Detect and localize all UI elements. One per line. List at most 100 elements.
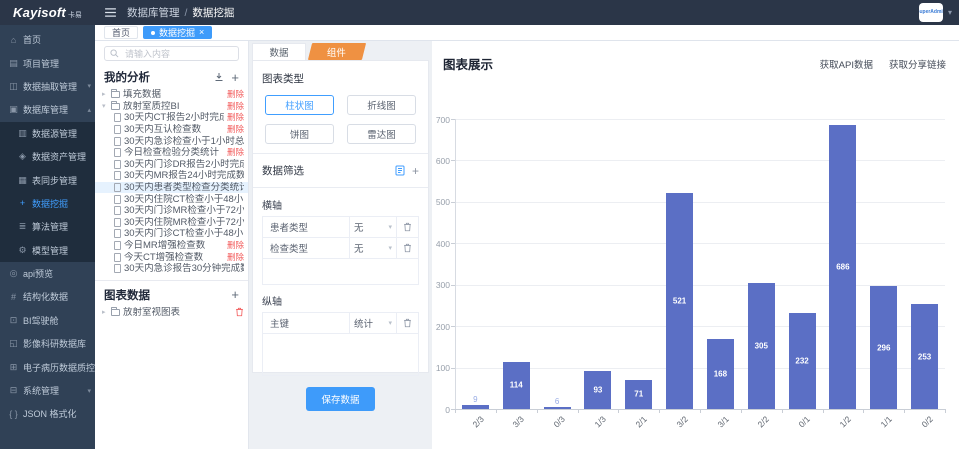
tab-label: 组件 [327, 45, 346, 59]
editor-tabs: 数据 组件 [252, 43, 429, 60]
tree-item[interactable]: 30天内互认检查数删除 [95, 124, 248, 136]
delete-link[interactable]: 删除 [227, 124, 244, 135]
sidebar-item-data-asset[interactable]: ◈数据资产管理 [0, 145, 95, 168]
tree-item[interactable]: 30天内门诊DR报告2小时完成数 [95, 159, 248, 171]
trash-icon[interactable] [235, 307, 244, 317]
tab-bar: 首页数据挖掘× [95, 25, 959, 41]
sidebar-item-structured-data[interactable]: #结构化数据 [0, 285, 95, 308]
imaging-db-icon: ◱ [8, 338, 19, 349]
tree-item[interactable]: 今日检查检验分类统计删除 [95, 147, 248, 159]
tree-item[interactable]: ▸ 填充数据 删除 [95, 89, 248, 101]
expand-arrow-icon[interactable]: ▸ [102, 307, 108, 318]
delete-link[interactable]: 删除 [227, 147, 244, 158]
x-tick-label: 3/3 [511, 414, 526, 429]
get-api-data-link[interactable]: 获取API数据 [820, 57, 873, 71]
user-avatar[interactable]: SuperAdmin [919, 3, 943, 22]
sidebar-item-system[interactable]: ⊟系统管理▾ [0, 379, 95, 402]
save-data-button[interactable]: 保存数据 [306, 387, 374, 411]
tree-item[interactable]: 30天内MR报告24小时完成数 [95, 170, 248, 182]
delete-link[interactable]: 删除 [227, 89, 244, 100]
tree-item[interactable]: 30天内住院CT检查小于48小时总计 [95, 193, 248, 205]
agg-select[interactable]: 无▾ [349, 238, 396, 258]
tree-item[interactable]: 30天内住院MR检查小于72小时总计 [95, 217, 248, 229]
sidebar-item-label: 数据库管理 [23, 103, 68, 116]
tree-item-label: 今天CT增强检查数 [124, 252, 203, 263]
tree-item[interactable]: 30天内门诊MR检查小于72小时总计 [95, 205, 248, 217]
sidebar-item-api-preview[interactable]: ◎api预览 [0, 262, 95, 285]
tree-item[interactable]: 30天内急诊检查小于1小时总计 [95, 135, 248, 147]
expand-arrow-icon[interactable]: ▸ [102, 89, 108, 100]
get-share-link[interactable]: 获取分享链接 [889, 57, 946, 71]
file-icon [114, 229, 121, 238]
file-icon [114, 125, 121, 134]
delete-link[interactable]: 删除 [227, 252, 244, 263]
tree-item[interactable]: 30天内CT报告2小时完成数删除 [95, 112, 248, 124]
tree-item[interactable]: 今日MR增强检查数删除 [95, 240, 248, 252]
hamburger-icon[interactable] [105, 8, 116, 17]
delete-field-button[interactable] [396, 217, 418, 237]
sidebar-item-label: 表同步管理 [32, 174, 77, 187]
x-tick [863, 409, 864, 413]
filter-clipboard-icon[interactable] [395, 165, 405, 176]
sidebar-item-home[interactable]: ⌂首页 [0, 28, 95, 51]
x-tick [578, 409, 579, 413]
sidebar-item-table-sync[interactable]: ▦表同步管理 [0, 168, 95, 191]
sidebar-item-project[interactable]: ▤项目管理 [0, 51, 95, 74]
file-icon [114, 206, 121, 215]
chart-type-pie-button[interactable]: 饼图 [265, 124, 334, 144]
sidebar-item-algorithm[interactable]: ≣ 算法管理 [0, 215, 95, 238]
sidebar-item-label: 算法管理 [32, 220, 68, 233]
tree-item[interactable]: 30天内急诊报告30分钟完成数 [95, 263, 248, 275]
tree-item-label: 填充数据 [123, 89, 161, 100]
tree-item[interactable]: 30天内患者类型检查分类统计 [95, 182, 248, 194]
tab-data-mining[interactable]: 数据挖掘× [143, 26, 212, 39]
delete-link[interactable]: 删除 [227, 101, 244, 112]
x-tick [618, 409, 619, 413]
y-tick-label: 100 [427, 363, 450, 373]
sidebar-item-label: 模型管理 [32, 244, 68, 257]
sidebar-item-emr-qc[interactable]: ⊞电子病历数据质控 [0, 355, 95, 378]
expand-arrow-icon[interactable]: ▾ [102, 101, 108, 112]
close-tab-icon[interactable]: × [199, 28, 204, 37]
add-filter-button[interactable]: + [412, 165, 419, 177]
add-analysis-button[interactable]: + [231, 71, 239, 84]
bar: 6 [544, 407, 571, 410]
sidebar-item-bi-cockpit[interactable]: ⊡BI驾驶舱 [0, 309, 95, 332]
chevron-down-icon[interactable]: ▾ [948, 8, 952, 17]
agg-select-value: 无 [354, 241, 364, 255]
sidebar-item-datasource[interactable]: ▥数据源管理 [0, 122, 95, 145]
sidebar-item-imaging-db[interactable]: ◱影像科研数据库 [0, 332, 95, 355]
algorithm-icon: ≣ [17, 221, 28, 232]
agg-select[interactable]: 无▾ [349, 217, 396, 237]
tree-item[interactable]: ▸放射室视图表 [95, 307, 248, 319]
tree-item[interactable]: ▾放射室质控BI删除 [95, 101, 248, 113]
agg-select[interactable]: 统计▾ [349, 313, 396, 333]
search-input[interactable] [123, 48, 233, 60]
tab-data[interactable]: 数据 [252, 43, 306, 60]
delete-field-button[interactable] [396, 238, 418, 258]
chart-type-radar-button[interactable]: 雷达图 [347, 124, 416, 144]
add-chart-data-button[interactable]: + [231, 288, 239, 301]
sidebar-item-data-mining[interactable]: +数据挖掘 [0, 192, 95, 215]
field-name: 患者类型 [263, 217, 349, 237]
sidebar-item-database[interactable]: ▣数据库管理▴ [0, 98, 95, 121]
delete-link[interactable]: 删除 [227, 112, 244, 123]
chart-type-line-button[interactable]: 折线图 [347, 95, 416, 115]
tab-component[interactable]: 组件 [308, 43, 366, 60]
chart-type-bar-button[interactable]: 柱状图 [265, 95, 334, 115]
breadcrumb-parent[interactable]: 数据库管理 [127, 5, 180, 20]
my-analysis-title: 我的分析 [104, 69, 150, 85]
tree-item[interactable]: 30天内门诊CT检查小于48小时总计 [95, 228, 248, 240]
chart-type-grid: 柱状图折线图饼图雷达图 [262, 95, 419, 144]
chevron-down-icon: ▾ [87, 82, 91, 90]
tab-home[interactable]: 首页 [104, 26, 138, 39]
tree-item[interactable]: 今天CT增强检查数 删除 [95, 251, 248, 263]
import-icon[interactable] [214, 72, 224, 82]
delete-field-button[interactable] [396, 313, 418, 333]
delete-link[interactable]: 删除 [227, 240, 244, 251]
sidebar-item-data-extract[interactable]: ◫数据抽取管理▾ [0, 75, 95, 98]
chevron-down-icon: ▾ [388, 319, 392, 327]
divider [253, 187, 428, 188]
sidebar-item-json-format[interactable]: { }JSON 格式化 [0, 402, 95, 425]
sidebar-item-model[interactable]: ⚙模型管理 [0, 239, 95, 262]
